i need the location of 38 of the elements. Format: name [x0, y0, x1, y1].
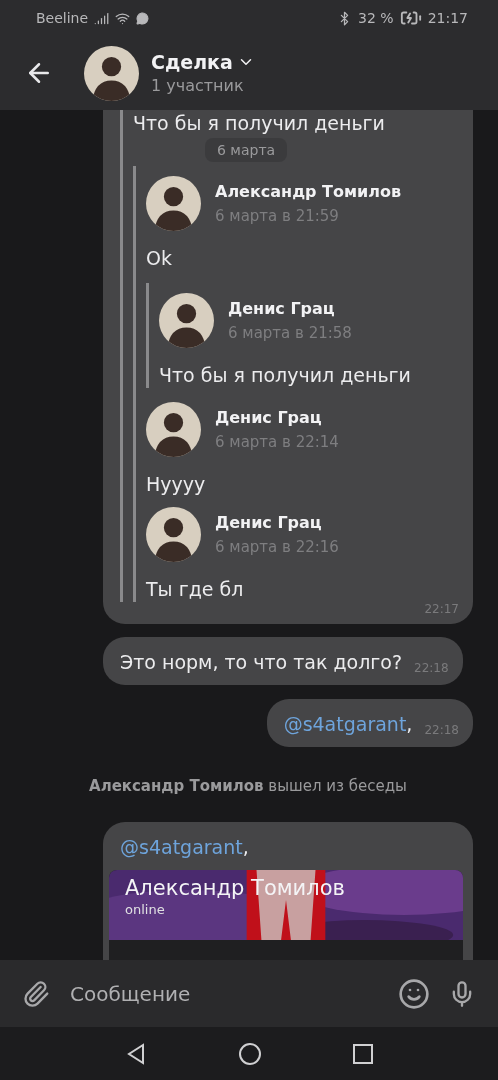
chat-title[interactable]: Сделка [151, 51, 255, 73]
message-date: 6 марта в 21:59 [215, 207, 340, 225]
avatar [146, 176, 201, 231]
recents-nav-button[interactable] [352, 1043, 373, 1064]
message-date: 6 марта в 21:58 [228, 324, 352, 342]
message-date: 6 марта в 22:16 [215, 538, 339, 556]
wifi-icon [115, 10, 131, 26]
author-name: Александр Томилов [215, 182, 402, 201]
message-date: 6 марта в 22:14 [215, 433, 339, 451]
attach-button[interactable] [22, 979, 50, 1008]
emoji-button[interactable] [398, 977, 430, 1010]
message-text: Нуууу [146, 472, 207, 497]
mention-link[interactable]: @s4atgarant [120, 836, 243, 858]
clock: 21:17 [427, 10, 468, 26]
avatar [146, 507, 201, 562]
battery-percent: 32 % [358, 10, 394, 26]
service-message: Александр Томилов вышел из беседы [89, 777, 407, 795]
avatar [146, 402, 201, 457]
message-text: Что бы я получил деньги [133, 111, 386, 136]
chat-icon [136, 11, 150, 25]
message-text: Ты где бл [146, 577, 245, 602]
avatar [84, 45, 139, 101]
chat-subtitle: 1 участник [151, 76, 245, 95]
message-text: Что бы я получил деньги [159, 363, 412, 388]
author-name: Денис Грац [228, 299, 336, 318]
message-text: Это норм, то что так долго? [120, 650, 403, 675]
signal-icon [94, 10, 110, 26]
message-text: Ok [146, 246, 173, 271]
author-name: Денис Грац [215, 408, 323, 427]
mention-link[interactable]: @s4atgarant [283, 713, 407, 735]
author-name: Денис Грац [215, 513, 323, 532]
home-nav-button[interactable] [238, 1041, 262, 1066]
date-pill: 6 марта [205, 138, 288, 162]
avatar [159, 293, 214, 348]
carrier-name: Beeline [36, 10, 89, 26]
profile-status: online [124, 901, 166, 917]
message-text: @s4atgarant, [283, 712, 413, 737]
message-text: @s4atgarant, [120, 836, 249, 858]
